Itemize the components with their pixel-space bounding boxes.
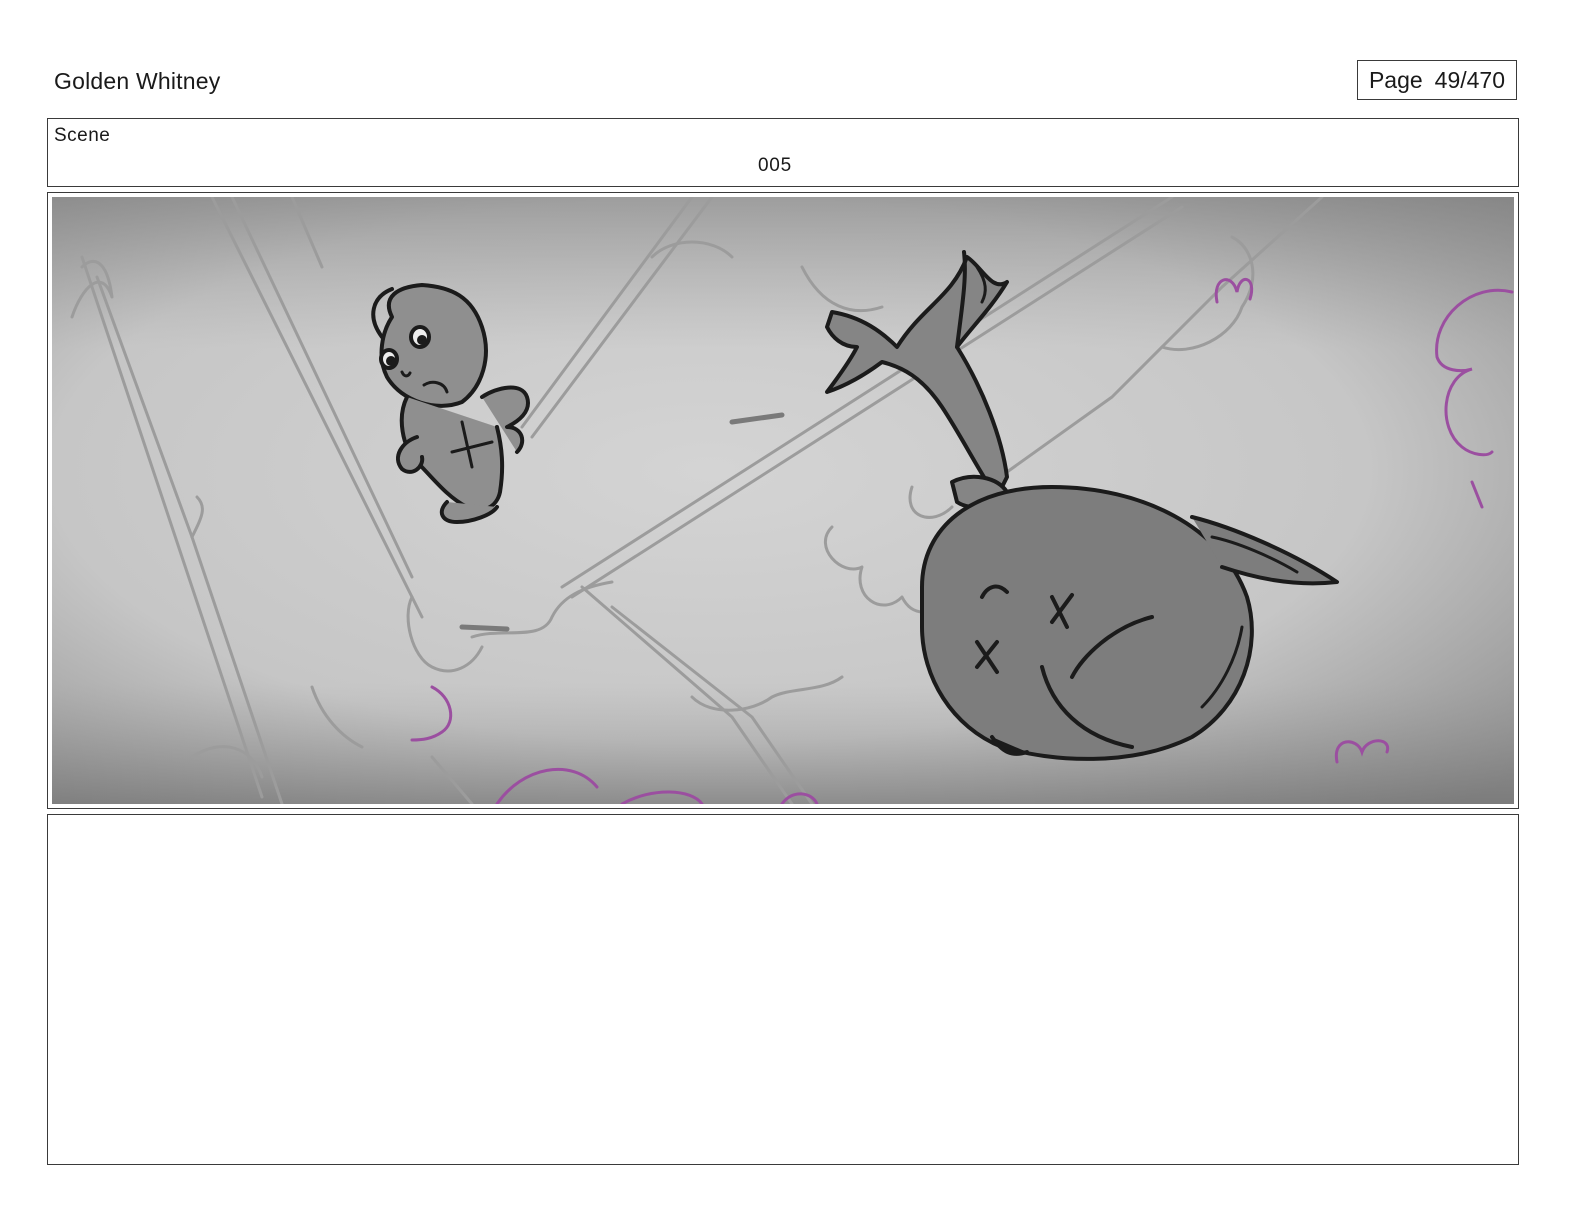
storyboard-panel-image bbox=[52, 197, 1514, 804]
scene-number: 005 bbox=[757, 155, 793, 176]
storyboard-sketch-drawing bbox=[52, 197, 1514, 804]
page-number: 49/470 bbox=[1434, 66, 1506, 93]
project-title: Golden Whitney bbox=[54, 68, 221, 94]
scene-label: Scene bbox=[54, 125, 111, 146]
notes-box[interactable] bbox=[47, 814, 1519, 1165]
page-indicator: Page 49/470 bbox=[1357, 60, 1517, 100]
scene-box: Scene 005 bbox=[47, 118, 1519, 187]
panel-frame bbox=[47, 192, 1519, 809]
page-label: Page bbox=[1368, 66, 1423, 93]
panel-vignette bbox=[52, 197, 1514, 804]
